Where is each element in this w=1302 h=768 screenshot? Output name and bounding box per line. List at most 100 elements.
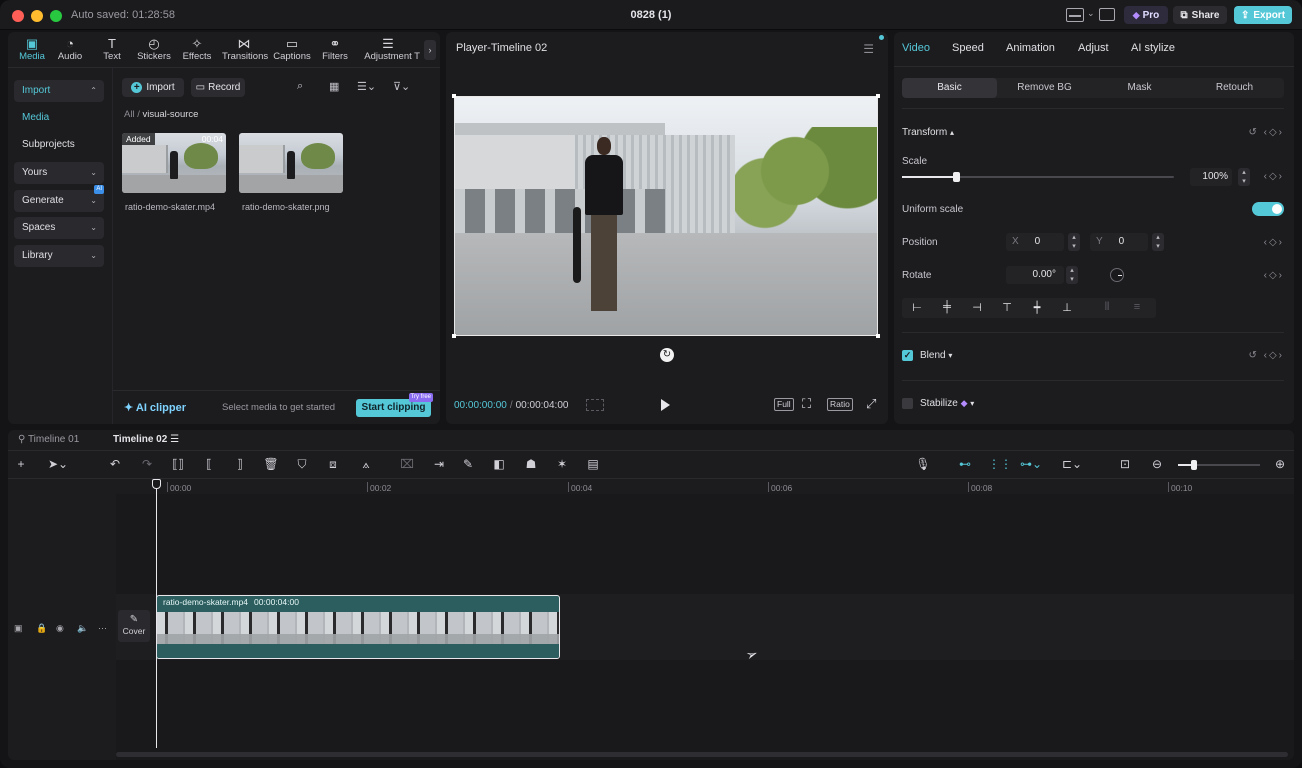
scale-slider[interactable] — [902, 172, 1174, 182]
tab-timeline-01[interactable]: ⚲ Timeline 01 — [18, 434, 79, 445]
reset-keyframe-icons[interactable]: ↺ ‹◇› — [1248, 127, 1284, 138]
stabilize-section[interactable]: Stabilize ◆ ▾ — [920, 398, 974, 409]
sidebar-import[interactable]: Import ⌃ — [14, 80, 104, 102]
media-item-thumbnail[interactable] — [239, 133, 343, 193]
timeline-scrollbar[interactable] — [116, 752, 1288, 757]
align-center-h-icon[interactable]: ╪ — [938, 301, 956, 313]
fullscreen-icon[interactable]: ⤢ — [866, 396, 876, 412]
scale-slider-knob[interactable] — [953, 172, 961, 182]
add-track-icon[interactable]: + — [12, 457, 30, 471]
rotate-input[interactable]: 0.00° — [1006, 266, 1064, 284]
redo-icon[interactable]: ↷ — [138, 457, 156, 471]
trim-right-icon[interactable]: ⟧ — [231, 457, 249, 471]
playhead-handle[interactable] — [152, 479, 161, 489]
insert-icon[interactable]: ⇥ — [430, 457, 448, 471]
position-y-stepper[interactable]: ▴ ▾ — [1152, 233, 1164, 251]
import-button[interactable]: + Import — [122, 78, 184, 97]
brush-icon[interactable]: ✎ — [459, 457, 477, 471]
delete-icon[interactable]: 🗑 — [262, 457, 280, 471]
trim-left-icon[interactable]: ⟦ — [200, 457, 218, 471]
transform-section[interactable]: Transform ▴ — [902, 127, 954, 138]
reset-keyframe-icons[interactable]: ↺ ‹◇› — [1248, 350, 1284, 361]
keyframe-icons[interactable]: ‹◇› — [1264, 237, 1284, 248]
ai-clipper-link[interactable]: ✦ AI clipper — [124, 401, 186, 414]
sidebar-spaces[interactable]: Spaces ⌄ — [14, 217, 104, 239]
blend-checkbox[interactable]: ✓ — [902, 350, 913, 361]
zoom-in-icon[interactable]: ⊕ — [1271, 457, 1289, 471]
tab-captions[interactable]: ▭ Captions — [270, 36, 314, 64]
full-quality-button[interactable]: Full — [774, 398, 794, 411]
align-right-icon[interactable]: ⊣ — [968, 301, 986, 314]
tab-animation[interactable]: Animation — [1006, 42, 1055, 54]
shield-icon[interactable]: ⛉ — [293, 457, 311, 472]
share-button[interactable]: ⧉ Share — [1173, 6, 1227, 24]
grid-view-icon[interactable]: ▦ — [329, 80, 339, 93]
person-cutout-icon[interactable]: ☗ — [522, 457, 540, 471]
media-item-thumbnail[interactable]: Added 00:04 — [122, 133, 226, 193]
filter-icon[interactable]: ⊽⌄ — [393, 80, 410, 93]
tab-audio[interactable]: ◔ Audio — [48, 36, 92, 64]
start-clipping-button[interactable]: Start clipping Try free — [356, 393, 433, 417]
zoom-out-icon[interactable]: ⊖ — [1148, 457, 1166, 471]
tab-ai-stylize[interactable]: AI stylize — [1131, 42, 1175, 54]
tab-overflow-partial[interactable]: T — [410, 36, 424, 64]
tab-video[interactable]: Video — [902, 42, 930, 54]
uniform-scale-toggle[interactable] — [1252, 202, 1284, 216]
rotate-dial[interactable] — [1110, 268, 1124, 282]
minimize-window-button[interactable] — [31, 10, 43, 22]
menu-icon[interactable]: ☰ — [170, 434, 179, 445]
blend-section[interactable]: Blend ▾ — [920, 350, 952, 361]
keyboard-shortcuts-icon[interactable] — [1099, 8, 1115, 21]
grid-icon[interactable] — [586, 399, 604, 411]
microphone-icon[interactable]: 🎙 — [914, 457, 932, 471]
keyframe-icons[interactable]: ‹◇› — [1264, 270, 1284, 281]
align-bottom-icon[interactable]: ⊥ — [1058, 301, 1076, 314]
position-y-input[interactable]: Y0 — [1090, 233, 1148, 251]
ratio-button[interactable]: Ratio — [827, 398, 853, 411]
snap-icon[interactable]: ⋮⋮ — [988, 457, 1012, 471]
tab-transitions[interactable]: ⋈ Transitions — [222, 36, 268, 64]
stabilize-checkbox[interactable] — [902, 398, 913, 409]
tab-filters[interactable]: ⚭ Filters — [313, 36, 357, 64]
preview-axis-icon[interactable]: ⊏⌄ — [1062, 457, 1082, 471]
play-button[interactable] — [661, 399, 670, 411]
close-window-button[interactable] — [12, 10, 24, 22]
playhead[interactable] — [156, 480, 157, 748]
maximize-window-button[interactable] — [50, 10, 62, 22]
rotate-icon[interactable]: ↻ — [660, 348, 674, 362]
menu-icon[interactable]: ☰ — [863, 42, 874, 56]
zoom-slider[interactable] — [1178, 460, 1260, 470]
tab-text[interactable]: T Text — [90, 36, 134, 64]
fit-timeline-icon[interactable]: ⊡ — [1116, 457, 1134, 471]
chevron-right-icon[interactable]: › — [424, 40, 436, 60]
position-x-stepper[interactable]: ▴ ▾ — [1068, 233, 1080, 251]
tab-adjustment[interactable]: ☰ Adjustment — [360, 36, 416, 64]
sidebar-subprojects[interactable]: Subprojects — [14, 134, 104, 156]
pro-button[interactable]: ◆ Pro — [1124, 6, 1168, 24]
auto-reframe-icon[interactable]: ⟑ — [357, 457, 375, 472]
tab-speed[interactable]: Speed — [952, 42, 984, 54]
select-tool-icon[interactable]: ➤⌄ — [48, 457, 68, 471]
tab-timeline-02[interactable]: Timeline 02 ☰ — [113, 434, 179, 445]
align-left-icon[interactable]: ⊢ — [908, 301, 926, 314]
breadcrumb-root[interactable]: All — [124, 109, 135, 120]
tab-effects[interactable]: ✧ Effects — [175, 36, 219, 64]
video-clip[interactable]: ratio-demo-skater.mp4 00:00:04:00 — [156, 595, 560, 659]
rotate-stepper[interactable]: ▴ ▾ — [1066, 266, 1078, 284]
fit-screen-icon[interactable]: ⛶ — [802, 396, 811, 412]
magic-icon[interactable]: ✶ — [553, 457, 571, 471]
time-ruler[interactable]: 00:00 00:02 00:04 00:06 00:08 00:10 — [116, 478, 1294, 494]
magnet-link-icon[interactable]: ⊷ — [956, 457, 974, 471]
speaker-icon[interactable]: 🔈 — [77, 623, 88, 634]
lock-icon[interactable]: 🔒 — [36, 623, 47, 634]
undo-icon[interactable]: ↶ — [106, 457, 124, 471]
track-video-icon[interactable]: ▣ — [14, 623, 23, 634]
tab-adjust[interactable]: Adjust — [1078, 42, 1109, 54]
scale-stepper[interactable]: ▴ ▾ — [1238, 168, 1250, 186]
subtab-remove-bg[interactable]: Remove BG — [997, 78, 1092, 98]
resize-handle[interactable] — [452, 334, 456, 338]
cover-button[interactable]: ✎ Cover — [118, 610, 150, 642]
zoom-slider-knob[interactable] — [1191, 460, 1198, 470]
mirror-icon[interactable]: ◧ — [490, 457, 508, 471]
link-clips-icon[interactable]: ⊶⌄ — [1020, 457, 1042, 471]
